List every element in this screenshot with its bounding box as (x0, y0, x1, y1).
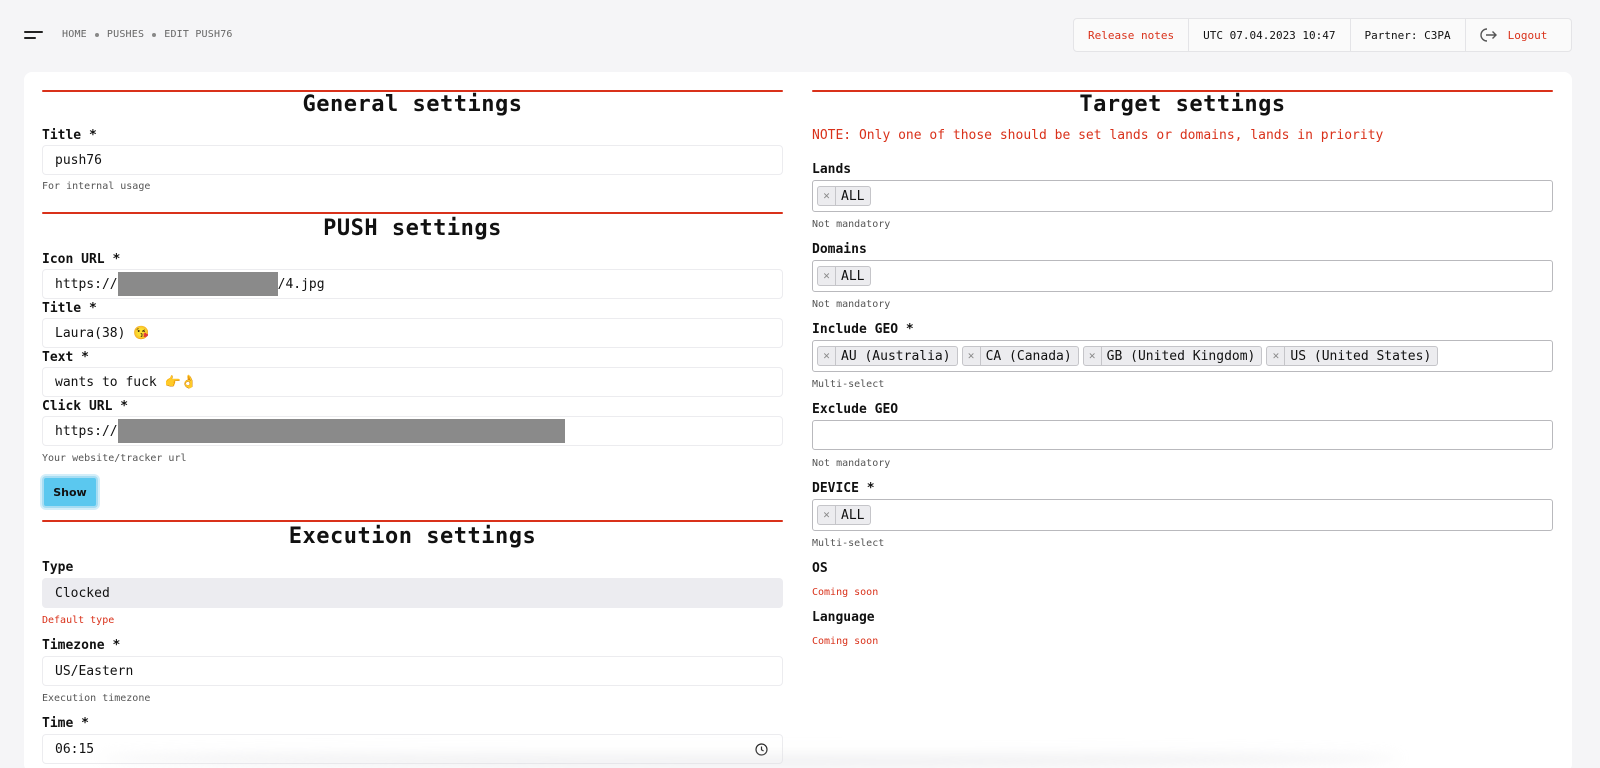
timezone-label: Timezone * (42, 638, 121, 653)
push-text-label: Text * (42, 350, 89, 365)
tag-item: ✕ GB (United Kingdom) (1082, 346, 1263, 366)
exclude-geo-label: Exclude GEO (812, 402, 899, 417)
section-divider (42, 212, 783, 214)
redacted-block (117, 419, 565, 443)
device-multiselect[interactable]: ✕ ALL (812, 499, 1553, 531)
utc-datetime: UTC 07.04.2023 10:47 (1189, 19, 1351, 51)
general-settings-title: General settings (302, 92, 523, 117)
include-geo-hint: Multi-select (812, 379, 885, 390)
breadcrumb-pushes[interactable]: PUSHES (107, 29, 144, 40)
icon-url-suffix: /4.jpg (277, 276, 325, 292)
push-settings-title: PUSH settings (323, 216, 502, 241)
click-url-label: Click URL * (42, 399, 129, 414)
header-info-bar: Release notes UTC 07.04.2023 10:47 Partn… (1073, 18, 1572, 52)
click-url-prefix: https:// (55, 423, 118, 439)
os-hint: Coming soon (812, 587, 879, 598)
general-title-input[interactable]: push76 (42, 145, 783, 175)
push-text-value: wants to fuck 👉👌 (55, 374, 197, 390)
general-title-label: Title * (42, 128, 97, 143)
click-url-input[interactable]: https:// (42, 416, 783, 446)
lands-label: Lands (812, 162, 852, 177)
breadcrumb-separator (152, 32, 157, 37)
tag-item: ✕ ALL (817, 505, 872, 525)
remove-tag-icon[interactable]: ✕ (818, 347, 836, 365)
timezone-hint: Execution timezone (42, 693, 151, 704)
include-geo-label: Include GEO * (812, 322, 914, 337)
type-label: Type (42, 560, 74, 575)
general-title-value: push76 (55, 152, 102, 168)
tag-label: GB (United Kingdom) (1106, 348, 1256, 364)
tag-label: ALL (841, 507, 865, 523)
tag-item: ✕ US (United States) (1266, 346, 1439, 366)
section-divider (42, 520, 783, 522)
os-label: OS (812, 561, 828, 576)
exclude-geo-multiselect[interactable] (812, 420, 1553, 450)
domains-hint: Not mandatory (812, 299, 891, 310)
push-title-value: Laura(38) 😘 (55, 325, 150, 341)
bottom-shadow (100, 748, 1400, 768)
remove-tag-icon[interactable]: ✕ (818, 506, 836, 524)
language-hint: Coming soon (812, 636, 879, 647)
include-geo-multiselect[interactable]: ✕ AU (Australia) ✕ CA (Canada) ✕ GB (Uni… (812, 340, 1553, 372)
menu-icon[interactable] (24, 29, 44, 41)
breadcrumb-separator (94, 32, 99, 37)
tag-label: CA (Canada) (985, 348, 1072, 364)
remove-tag-icon[interactable]: ✕ (1267, 347, 1286, 365)
remove-tag-icon[interactable]: ✕ (963, 347, 981, 365)
tag-item: ✕ ALL (817, 266, 872, 286)
device-hint: Multi-select (812, 538, 885, 549)
push-text-input[interactable]: wants to fuck 👉👌 (42, 367, 783, 397)
logout-icon (1479, 28, 1497, 42)
target-note: NOTE: Only one of those should be set la… (812, 128, 1384, 143)
breadcrumb-current: EDIT PUSH76 (164, 29, 233, 40)
type-value: Clocked (55, 585, 110, 601)
push-title-input[interactable]: Laura(38) 😘 (42, 318, 783, 348)
breadcrumb: HOME PUSHES EDIT PUSH76 (62, 29, 233, 40)
icon-url-prefix: https:// (55, 276, 118, 292)
click-url-hint: Your website/tracker url (42, 453, 187, 464)
domains-label: Domains (812, 242, 867, 257)
target-settings-title: Target settings (1079, 92, 1286, 117)
tag-label: ALL (841, 188, 865, 204)
release-notes-link[interactable]: Release notes (1074, 19, 1190, 51)
type-hint: Default type (42, 615, 115, 626)
timezone-value: US/Eastern (55, 663, 134, 679)
remove-tag-icon[interactable]: ✕ (818, 267, 836, 285)
tag-label: AU (Australia) (841, 348, 951, 364)
tag-item: ✕ ALL (817, 186, 872, 206)
execution-settings-title: Execution settings (288, 524, 537, 549)
tag-item: ✕ CA (Canada) (961, 346, 1079, 366)
time-value: 06:15 (55, 741, 95, 757)
lands-multiselect[interactable]: ✕ ALL (812, 180, 1553, 212)
logout-label: Logout (1507, 28, 1548, 42)
push-title-label: Title * (42, 301, 97, 316)
lands-hint: Not mandatory (812, 219, 891, 230)
remove-tag-icon[interactable]: ✕ (1084, 347, 1102, 365)
domains-multiselect[interactable]: ✕ ALL (812, 260, 1553, 292)
icon-url-label: Icon URL * (42, 252, 121, 267)
remove-tag-icon[interactable]: ✕ (818, 187, 836, 205)
partner-label: Partner: C3PA (1351, 19, 1466, 51)
icon-url-input[interactable]: https:// /4.jpg (42, 269, 783, 299)
type-select[interactable]: Clocked (42, 578, 783, 608)
time-label: Time * (42, 716, 89, 731)
exclude-geo-hint: Not mandatory (812, 458, 891, 469)
redacted-block (117, 272, 278, 296)
general-title-hint: For internal usage (42, 181, 151, 192)
tag-item: ✕ AU (Australia) (817, 346, 958, 366)
timezone-input[interactable]: US/Eastern (42, 656, 783, 686)
language-label: Language (812, 610, 875, 625)
show-button[interactable]: Show (42, 476, 98, 508)
tag-label: ALL (841, 268, 865, 284)
breadcrumb-home[interactable]: HOME (62, 29, 87, 40)
logout-button[interactable]: Logout (1466, 19, 1562, 51)
device-label: DEVICE * (812, 481, 875, 496)
edit-push-card: General settings Title * push76 For inte… (24, 72, 1572, 768)
tag-label: US (United States) (1290, 348, 1432, 364)
top-bar: HOME PUSHES EDIT PUSH76 Release notes UT… (0, 0, 1600, 72)
